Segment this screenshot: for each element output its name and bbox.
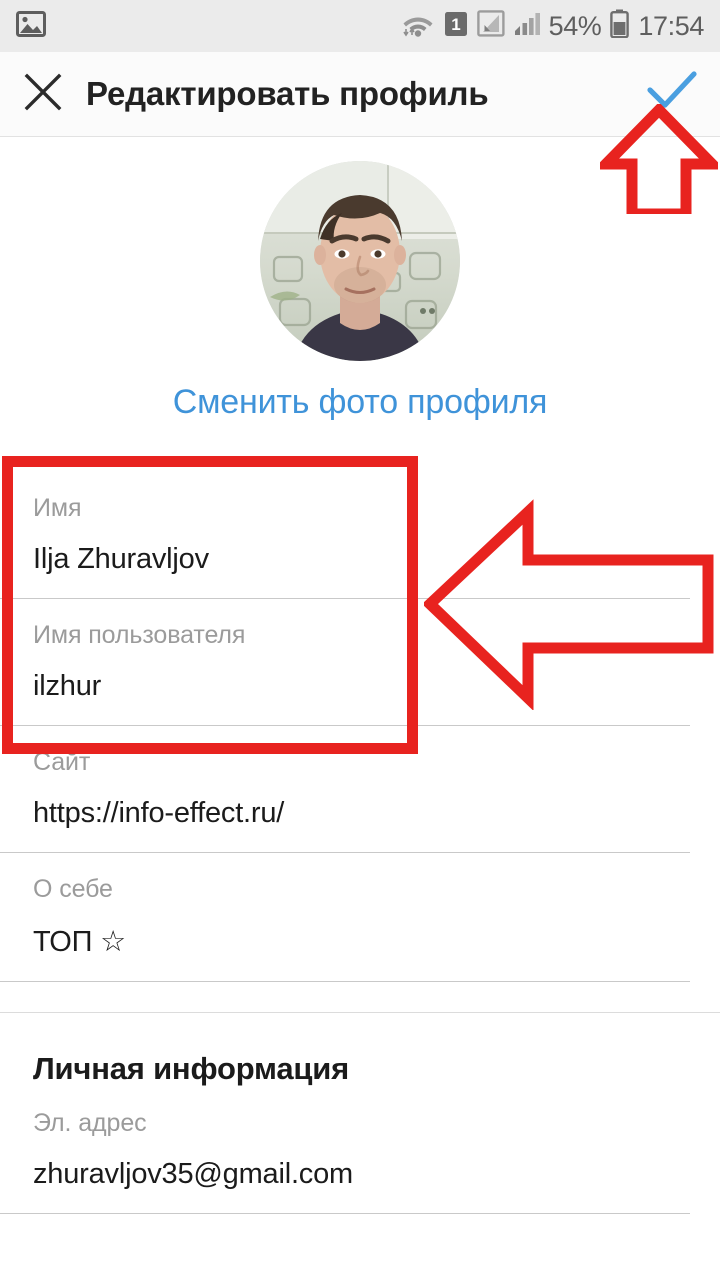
image-screenshot-icon [16,10,46,42]
close-icon [21,70,65,119]
email-field[interactable]: Эл. адрес zhuravljov35@gmail.com [0,1087,720,1213]
save-button[interactable] [624,52,720,137]
name-field[interactable]: Имя Ilja Zhuravljov [0,472,720,598]
name-field-value[interactable]: Ilja Zhuravljov [33,523,720,598]
app-bar: Редактировать профиль [0,52,720,137]
email-field-value[interactable]: zhuravljov35@gmail.com [33,1138,720,1213]
email-field-underline [0,1213,690,1214]
screen: 1 54% 17:54 Редактировать профиль Сменит… [0,0,720,1280]
bio-field-label: О себе [33,875,113,903]
username-field[interactable]: Имя пользователя ilzhur [0,599,720,725]
page-title: Редактировать профиль [86,75,489,112]
username-field-label: Имя пользователя [33,621,246,649]
battery-icon [610,9,630,43]
website-field-value[interactable]: https://info-effect.ru/ [33,777,720,852]
wifi-icon [402,10,435,42]
name-field-label: Имя [33,494,82,522]
status-bar-right: 1 54% 17:54 [402,9,704,43]
clock-label: 17:54 [638,10,704,41]
profile-form: Имя Ilja Zhuravljov Имя пользователя ilz… [0,472,720,1214]
bio-field[interactable]: О себе ТОП ☆ [0,853,720,981]
bio-field-value[interactable]: ТОП ☆ [33,904,720,981]
bio-field-underline [0,981,690,982]
sim-1-icon: 1 [444,11,468,42]
website-field-label: Сайт [33,748,91,776]
personal-info-heading: Личная информация [33,1051,349,1086]
check-icon [646,70,698,118]
website-field[interactable]: Сайт https://info-effect.ru/ [0,726,720,852]
status-bar: 1 54% 17:54 [0,0,720,52]
status-bar-left [16,10,46,42]
change-photo-button[interactable]: Сменить фото профиля [173,383,548,422]
battery-percent-label: 54% [548,10,602,41]
email-field-label: Эл. адрес [33,1109,147,1137]
signal-bars-icon [514,10,540,42]
close-button[interactable] [0,52,86,137]
signal-no-service-icon [476,10,505,42]
svg-text:1: 1 [451,15,460,34]
username-field-value[interactable]: ilzhur [33,650,720,725]
profile-photo-section: Сменить фото профиля [0,161,720,422]
avatar[interactable] [260,161,460,361]
